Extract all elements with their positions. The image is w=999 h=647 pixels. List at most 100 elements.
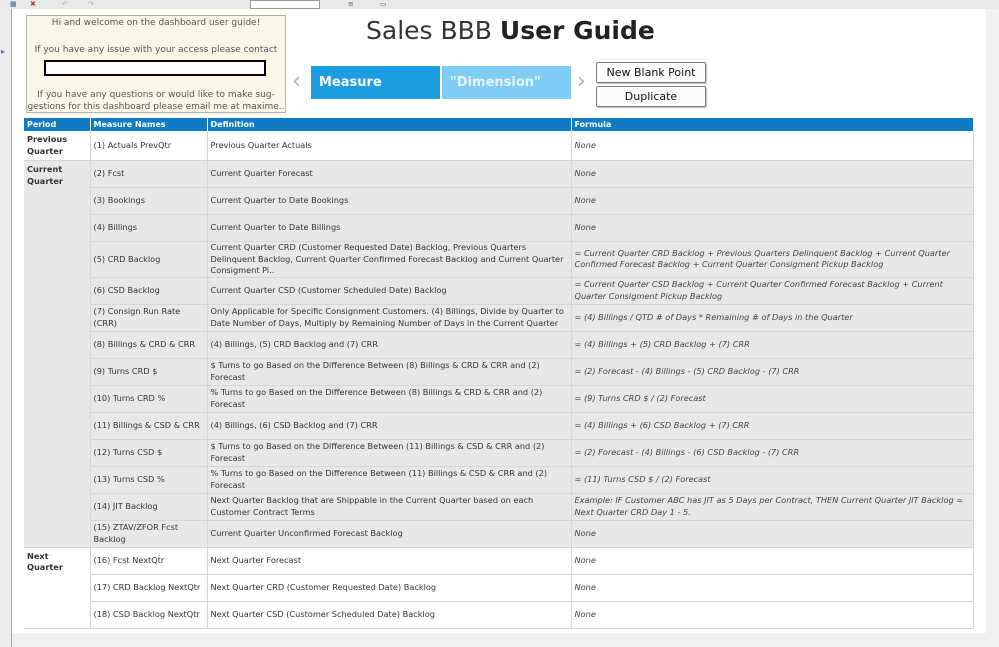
- period-label-line1: Previous: [27, 134, 68, 144]
- table-row[interactable]: (10) Turns CRD %% Turns to go Based on t…: [24, 385, 974, 413]
- formula-cell: = (2) Forecast - (4) Billings - (5) CRD …: [571, 358, 974, 386]
- formula-cell: None: [571, 160, 974, 188]
- formula-cell: = (11) Turns CSD $ / (2) Forecast: [571, 466, 974, 494]
- measure-name-cell: (5) CRD Backlog: [90, 241, 208, 278]
- tab-dimension[interactable]: "Dimension": [442, 66, 571, 99]
- period-cell: Previous Quarter: [24, 131, 91, 161]
- new-blank-point-button[interactable]: New Blank Point: [596, 62, 706, 83]
- present-icon[interactable]: ▭: [380, 0, 387, 8]
- measure-name-cell: (14) JIT Backlog: [90, 493, 208, 521]
- page-title: Sales BBB User Guide: [366, 16, 655, 45]
- measure-name-cell: (8) Billings & CRD & CRR: [90, 331, 208, 359]
- table-body: Previous Quarter (1) Actuals PrevQtr Previo…: [24, 131, 974, 629]
- formula-cell: None: [571, 214, 974, 242]
- table-row[interactable]: (9) Turns CRD $ $ Turns to go Based on th…: [24, 358, 974, 386]
- table-row[interactable]: Current Quarter (2) Fcst Current Quarter Fo…: [24, 160, 974, 548]
- measure-name-cell: (11) Billings & CSD & CRR: [90, 412, 208, 440]
- left-rail: ▸: [0, 9, 12, 647]
- table-row[interactable]: (17) CRD Backlog NextQtr Next Quarter CRD…: [24, 574, 974, 602]
- period-label-line1: Next Quarter: [27, 550, 63, 573]
- definition-cell: (4) Billings, (6) CSD Backlog and (7) CR…: [207, 412, 572, 440]
- measure-name-cell: (18) CSD Backlog NextQtr: [90, 601, 208, 629]
- tab-measure[interactable]: Measure: [311, 66, 440, 99]
- formula-cell: Example: IF Customer ABC has JIT as 5 Da…: [571, 493, 974, 521]
- measure-name-cell: (3) Bookings: [90, 187, 208, 215]
- column-header-definition[interactable]: Definition: [207, 118, 572, 131]
- welcome-line-2: If you have any issue with your access p…: [34, 45, 278, 55]
- sort-icon[interactable]: ≡: [348, 0, 354, 8]
- measure-name-cell: (10) Turns CRD %: [90, 385, 208, 413]
- table-row[interactable]: (11) Billings & CSD & CRR (4) Billings, (…: [24, 412, 974, 440]
- table-row[interactable]: (6) CSD Backlog Current Quarter CSD (Cust…: [24, 277, 974, 305]
- measure-name-cell: (2) Fcst: [90, 160, 208, 188]
- redacted-contact: [44, 60, 266, 76]
- table-row[interactable]: (13) Turns CSD %% Turns to go Based on t…: [24, 466, 974, 494]
- table-row[interactable]: Previous Quarter (1) Actuals PrevQtr Previo…: [24, 131, 974, 161]
- chevron-right-icon[interactable]: ›: [577, 70, 586, 94]
- table-row[interactable]: (5) CRD Backlog Current Quarter CRD (Cust…: [24, 241, 974, 278]
- definition-cell: Next Quarter CRD (Customer Requested Dat…: [207, 574, 572, 602]
- undo-icon[interactable]: ↶: [62, 0, 68, 8]
- definition-cell: Current Quarter CRD (Customer Requested …: [207, 241, 572, 278]
- formula-cell: None: [571, 187, 974, 215]
- table-row[interactable]: (18) CSD Backlog NextQtr Next Quarter CSD…: [24, 601, 974, 629]
- definition-cell: Only Applicable for Specific Consignment…: [207, 304, 572, 332]
- chevron-left-icon[interactable]: ‹: [292, 70, 301, 94]
- measure-name-cell: (15) ZTAV/ZFOR Fcst Backlog: [90, 520, 208, 548]
- definition-cell: Current Quarter to Date Billings: [207, 214, 572, 242]
- formula-cell: = (4) Billings + (6) CSD Backlog + (7) C…: [571, 412, 974, 440]
- title-prefix: Sales BBB: [366, 16, 492, 45]
- formula-cell: = (4) Billings + (5) CRD Backlog + (7) C…: [571, 331, 974, 359]
- definition-cell: Next Quarter Forecast: [207, 547, 572, 575]
- measure-name-cell: (9) Turns CRD $: [90, 358, 208, 386]
- definition-cell: Current Quarter Forecast: [207, 160, 572, 188]
- formula-cell: = (9) Turns CRD $ / (2) Forecast: [571, 385, 974, 413]
- clear-icon[interactable]: ✖: [30, 0, 36, 8]
- period-label-line2: Quarter: [27, 175, 63, 186]
- table-row[interactable]: (4) Billings Current Quarter to Date Bill…: [24, 214, 974, 242]
- definition-cell: Current Quarter Unconfirmed Forecast Bac…: [207, 520, 572, 548]
- definition-cell: Previous Quarter Actuals: [207, 131, 572, 161]
- definition-cell: $ Turns to go Based on the Difference Be…: [207, 358, 572, 386]
- column-header-measure-names[interactable]: Measure Names: [90, 118, 208, 131]
- redo-icon[interactable]: ↷: [88, 0, 94, 8]
- measure-name-cell: (13) Turns CSD %: [90, 466, 208, 494]
- definition-cell: Next Quarter CSD (Customer Scheduled Dat…: [207, 601, 572, 629]
- formula-cell: = Current Quarter CSD Backlog + Current …: [571, 277, 974, 305]
- definition-cell: % Turns to go Based on the Difference Be…: [207, 385, 572, 413]
- table-row[interactable]: (8) Billings & CRD & CRR (4) Billings, (5…: [24, 331, 974, 359]
- measure-name-cell: (17) CRD Backlog NextQtr: [90, 574, 208, 602]
- pane-toggle-icon[interactable]: ▸: [1, 47, 5, 56]
- formula-cell: = (4) Billings / QTD # of Days * Remaini…: [571, 304, 974, 332]
- definition-cell: Current Quarter to Date Bookings: [207, 187, 572, 215]
- formula-cell: None: [571, 520, 974, 548]
- table-row[interactable]: (7) Consign Run Rate (CRR) Only Applicabl…: [24, 304, 974, 332]
- chart-icon[interactable]: ▦: [10, 0, 17, 8]
- table-row[interactable]: Next Quarter (16) Fcst NextQtr Next Quarte…: [24, 547, 974, 629]
- column-header-formula[interactable]: Formula: [571, 118, 974, 131]
- measure-name-cell: (12) Turns CSD $: [90, 439, 208, 467]
- table-row[interactable]: (15) ZTAV/ZFOR Fcst Backlog Current Quart…: [24, 520, 974, 548]
- column-header-period[interactable]: Period: [24, 118, 91, 131]
- period-cell: Next Quarter: [24, 547, 91, 629]
- measure-name-cell: (7) Consign Run Rate (CRR): [90, 304, 208, 332]
- welcome-line-3b: gestions for this dashboard please email…: [27, 102, 285, 112]
- user-guide-table: Period Measure Names Definition Formula …: [24, 118, 974, 629]
- welcome-line-1: Hi and welcome on the dashboard user gui…: [51, 18, 261, 28]
- welcome-note: Hi and welcome on the dashboard user gui…: [26, 15, 286, 113]
- title-bold: User Guide: [499, 16, 655, 45]
- table-row[interactable]: (12) Turns CSD $ $ Turns to go Based on t…: [24, 439, 974, 467]
- toolbar-dropdown[interactable]: [250, 0, 320, 9]
- definition-cell: Current Quarter CSD (Customer Scheduled …: [207, 277, 572, 305]
- period-label-line1: Current: [27, 164, 63, 174]
- table-header-row: Period Measure Names Definition Formula: [24, 118, 974, 131]
- duplicate-button[interactable]: Duplicate: [596, 86, 706, 107]
- welcome-line-3: If you have any questions or would like …: [27, 89, 285, 112]
- period-cell: Current Quarter: [24, 160, 91, 548]
- table-row[interactable]: (14) JIT Backlog Next Quarter Backlog tha…: [24, 493, 974, 521]
- definition-cell: Next Quarter Backlog that are Shippable …: [207, 493, 572, 521]
- formula-cell: None: [571, 547, 974, 575]
- right-edge: [986, 9, 999, 647]
- measure-name-cell: (6) CSD Backlog: [90, 277, 208, 305]
- table-row[interactable]: (3) Bookings Current Quarter to Date Book…: [24, 187, 974, 215]
